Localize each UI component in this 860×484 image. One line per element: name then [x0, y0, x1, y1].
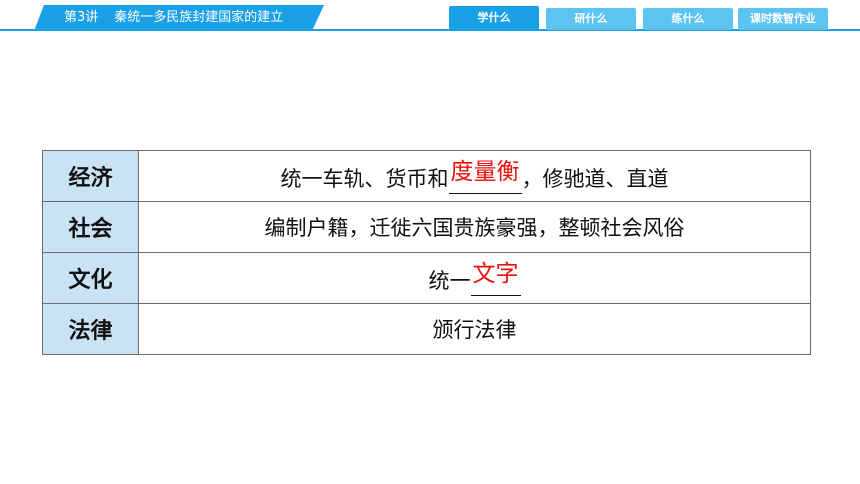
row-heading: 法律 — [42, 303, 139, 355]
row-content: 编制户籍，迁徙六国贵族豪强，整顿社会风俗 — [138, 201, 811, 253]
table-row: 法律 颁行法律 — [42, 303, 811, 355]
fill-in-blank: 文字 — [470, 261, 521, 296]
lesson-title: 秦统一多民族封建国家的建立 — [114, 10, 284, 25]
row-heading: 文化 — [42, 252, 139, 304]
row-content: 颁行法律 — [138, 303, 811, 355]
table-row: 文化 统一文字 — [42, 252, 811, 304]
table-row: 社会 编制户籍，迁徙六国贵族豪强，整顿社会风俗 — [42, 201, 811, 253]
fill-in-blank: 度量衡 — [448, 159, 522, 194]
blank-answer: 文字 — [472, 260, 519, 287]
nav-tab-learn[interactable]: 学什么 — [449, 6, 539, 30]
row-content: 统一车轨、货币和度量衡，修驰道、直道 — [138, 150, 811, 202]
nav-tab-study[interactable]: 研什么 — [546, 8, 636, 30]
row-heading: 经济 — [42, 150, 139, 202]
blank-answer: 度量衡 — [450, 158, 520, 185]
row-text: 统一车轨、货币和 — [280, 166, 449, 191]
measures-table: 经济 统一车轨、货币和度量衡，修驰道、直道 社会 编制户籍，迁徙六国贵族豪强，整… — [42, 150, 811, 355]
nav-tab-practice[interactable]: 练什么 — [643, 8, 733, 30]
row-text: ，修驰道、直道 — [521, 166, 669, 191]
lesson-title-tab: 第3讲 秦统一多民族封建国家的建立 — [34, 5, 324, 31]
lesson-number: 第3讲 — [64, 10, 99, 25]
row-text: 统一 — [428, 268, 471, 293]
nav-tab-homework[interactable]: 课时数智作业 — [738, 8, 828, 30]
table-row: 经济 统一车轨、货币和度量衡，修驰道、直道 — [42, 150, 811, 202]
row-heading: 社会 — [42, 201, 139, 253]
row-content: 统一文字 — [138, 252, 811, 304]
